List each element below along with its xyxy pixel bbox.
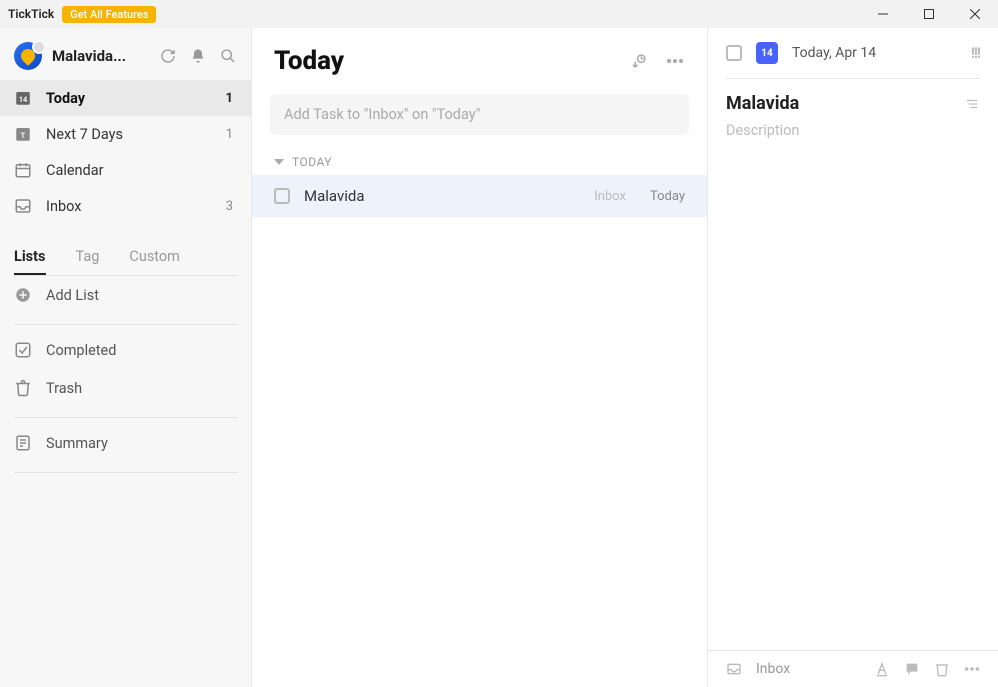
sidebar-item-label: Next 7 Days [46, 126, 212, 143]
sidebar-item-next7days[interactable]: T Next 7 Days 1 [0, 116, 251, 152]
maximize-button[interactable] [906, 0, 952, 28]
sidebar-item-count: 1 [226, 127, 233, 142]
detail-title[interactable]: Malavida [726, 93, 799, 114]
task-row[interactable]: Malavida Inbox Today [252, 175, 707, 217]
detail-list-label[interactable]: Inbox [756, 661, 860, 677]
sidebar: Malavida... 14 Today 1 T [0, 28, 252, 687]
task-list-actions [629, 51, 685, 71]
sidebar-item-trash[interactable]: Trash [0, 369, 251, 407]
sort-icon[interactable] [629, 51, 649, 71]
text-format-icon[interactable] [874, 661, 890, 677]
task-checkbox[interactable] [274, 188, 290, 204]
more-icon[interactable] [665, 51, 685, 71]
divider [14, 472, 237, 473]
calendar-today-icon: 14 [14, 89, 32, 107]
chevron-down-icon [274, 157, 284, 167]
comment-icon[interactable] [904, 661, 920, 677]
titlebar: TickTick Get All Features [0, 0, 998, 28]
divider [14, 417, 237, 418]
inbox-icon [14, 197, 32, 215]
get-features-badge[interactable]: Get All Features [62, 6, 156, 23]
add-list-label: Add List [46, 287, 99, 304]
priority-icon[interactable]: !!! [971, 44, 980, 62]
task-list-panel: Today Add Task to "Inbox" on "Today" TOD… [252, 28, 708, 687]
task-list-chip: Inbox [594, 189, 626, 204]
plus-circle-icon [14, 286, 32, 304]
close-button[interactable] [952, 0, 998, 28]
task-date: Today [650, 189, 685, 204]
sync-icon[interactable] [159, 47, 177, 65]
trash-label: Trash [46, 380, 82, 397]
detail-description[interactable]: Description [708, 118, 998, 650]
sidebar-item-count: 3 [226, 199, 233, 214]
profile-row: Malavida... [0, 28, 251, 80]
task-title: Malavida [304, 187, 580, 205]
detail-checkbox[interactable] [726, 45, 742, 61]
check-square-icon [14, 341, 32, 359]
sidebar-item-inbox[interactable]: Inbox 3 [0, 188, 251, 224]
sidebar-item-calendar[interactable]: Calendar [0, 152, 251, 188]
detail-header: 14 Today, Apr 14 !!! [708, 28, 998, 78]
divider [14, 324, 237, 325]
sidebar-item-summary[interactable]: Summary [0, 424, 251, 462]
detail-date[interactable]: Today, Apr 14 [792, 45, 957, 61]
tab-custom[interactable]: Custom [129, 248, 180, 275]
tab-tag[interactable]: Tag [76, 248, 100, 275]
summary-icon [14, 434, 32, 452]
app-name: TickTick [8, 7, 54, 21]
outline-icon[interactable] [964, 97, 980, 111]
bell-icon[interactable] [189, 47, 207, 65]
sidebar-item-today[interactable]: 14 Today 1 [0, 80, 251, 116]
task-detail-panel: 14 Today, Apr 14 !!! Malavida Descriptio… [708, 28, 998, 687]
detail-footer: Inbox [708, 650, 998, 687]
more-icon[interactable] [964, 666, 980, 672]
calendar-date-icon[interactable]: 14 [756, 42, 778, 64]
window-controls [860, 0, 998, 28]
sidebar-item-label: Today [46, 90, 212, 107]
move-list-icon[interactable] [726, 661, 742, 677]
search-icon[interactable] [219, 47, 237, 65]
username[interactable]: Malavida... [52, 47, 149, 65]
sidebar-item-count: 1 [226, 91, 233, 106]
sidebar-item-completed[interactable]: Completed [0, 331, 251, 369]
minimize-button[interactable] [860, 0, 906, 28]
profile-actions [159, 47, 237, 65]
list-tabs: Lists Tag Custom [0, 232, 251, 275]
task-list-header: Today [252, 28, 707, 88]
trash-icon [14, 379, 32, 397]
avatar[interactable] [14, 42, 42, 70]
completed-label: Completed [46, 342, 116, 359]
calendar-icon [14, 161, 32, 179]
tab-lists[interactable]: Lists [14, 248, 46, 275]
page-title: Today [274, 46, 629, 76]
sidebar-item-label: Inbox [46, 198, 212, 215]
sidebar-item-label: Calendar [46, 162, 219, 179]
add-list-button[interactable]: Add List [0, 276, 251, 314]
svg-text:14: 14 [19, 95, 28, 104]
detail-title-row: Malavida [708, 79, 998, 118]
calendar-week-icon: T [14, 125, 32, 143]
add-task-input[interactable]: Add Task to "Inbox" on "Today" [270, 94, 689, 135]
titlebar-left: TickTick Get All Features [8, 6, 156, 23]
summary-label: Summary [46, 435, 108, 452]
task-group-header[interactable]: TODAY [252, 149, 707, 175]
delete-icon[interactable] [934, 661, 950, 677]
svg-text:T: T [21, 131, 26, 140]
task-group-label: TODAY [292, 155, 332, 169]
